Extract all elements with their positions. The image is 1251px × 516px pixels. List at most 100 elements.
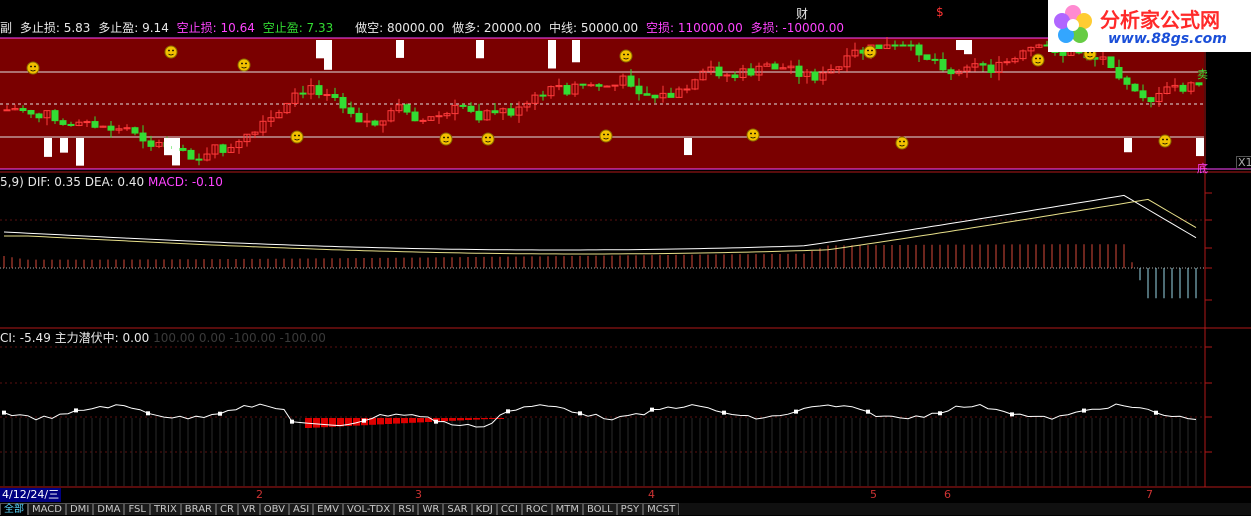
dif-value: DIF: 0.35 bbox=[27, 175, 81, 189]
stat-fu: 副 bbox=[0, 21, 13, 35]
site-logo: 分析家公式网 www.88gs.com bbox=[1048, 0, 1251, 52]
cci-red-block bbox=[417, 418, 424, 423]
tab-cci[interactable]: CCI bbox=[496, 503, 522, 515]
signal-bar bbox=[1196, 138, 1204, 157]
cci-legend: CI: -5.49 主力潜伏中: 0.00 100.00 0.00 -100.0… bbox=[0, 331, 326, 346]
cci-marker bbox=[362, 418, 366, 423]
tab-mcst[interactable]: MCST bbox=[643, 503, 680, 515]
stat-long-stop-loss: 多止损: 5.83 bbox=[19, 21, 91, 35]
tab-dmi[interactable]: DMI bbox=[65, 503, 94, 515]
signal-bar bbox=[316, 40, 324, 59]
signal-bar bbox=[956, 40, 964, 51]
cci-red-block bbox=[393, 418, 400, 424]
cci-dim-values: 100.00 0.00 -100.00 -100.00 bbox=[153, 331, 326, 345]
tab-rsi[interactable]: RSI bbox=[394, 503, 419, 515]
main-force-value: 主力潜伏中: 0.00 bbox=[54, 331, 150, 345]
signal-bar bbox=[172, 138, 180, 166]
smiley-face-icon bbox=[619, 49, 633, 63]
indicator-tabs: 全部 MACD DMI DMA FSL TRIX BRAR CR VR OBV ASI EMV VOL-… bbox=[0, 503, 1251, 515]
cci-marker bbox=[74, 408, 78, 413]
tab-wr[interactable]: WR bbox=[418, 503, 444, 515]
smiley-face-icon bbox=[439, 132, 453, 146]
tab-roc[interactable]: ROC bbox=[521, 503, 552, 515]
tab-macd[interactable]: MACD bbox=[28, 503, 66, 515]
cci-marker bbox=[722, 410, 726, 415]
smiley-face-icon bbox=[164, 45, 178, 59]
smiley-face-icon bbox=[746, 128, 760, 142]
tab-sar[interactable]: SAR bbox=[443, 503, 472, 515]
tab-vr[interactable]: VR bbox=[237, 503, 260, 515]
tab-brar[interactable]: BRAR bbox=[180, 503, 216, 515]
candle bbox=[99, 125, 107, 128]
dea-value: DEA: 0.40 bbox=[84, 175, 145, 189]
tab-emv[interactable]: EMV bbox=[313, 503, 343, 515]
cci-value: CI: -5.49 bbox=[0, 331, 51, 345]
signal-bar bbox=[44, 138, 52, 157]
dea-line bbox=[4, 198, 1197, 255]
tab-obv[interactable]: OBV bbox=[259, 503, 289, 515]
chart-canvas[interactable] bbox=[0, 0, 1251, 515]
cci-marker bbox=[506, 409, 510, 414]
tab-fsl[interactable]: FSL bbox=[124, 503, 150, 515]
dollar-marker: $ bbox=[936, 5, 944, 19]
signal-bar bbox=[60, 138, 68, 153]
date-axis: 4/12/24/三 2 3 4 5 6 7 bbox=[0, 488, 1251, 502]
current-date: 4/12/24/三 bbox=[0, 488, 62, 502]
tab-cr[interactable]: CR bbox=[216, 503, 238, 515]
date-tick: 7 bbox=[1146, 488, 1153, 501]
stat-long-loss: 多损: -10000.00 bbox=[750, 21, 845, 35]
cci-marker bbox=[2, 410, 6, 415]
tab-psy[interactable]: PSY bbox=[616, 503, 644, 515]
cci-marker bbox=[1010, 412, 1014, 417]
flower-logo-icon bbox=[1054, 5, 1092, 43]
cci-red-block bbox=[409, 418, 416, 423]
date-tick: 5 bbox=[870, 488, 877, 501]
tab-vol-tdx[interactable]: VOL-TDX bbox=[342, 503, 395, 515]
cci-marker bbox=[794, 409, 798, 414]
smiley-face-icon bbox=[1031, 53, 1045, 67]
date-tick: 4 bbox=[648, 488, 655, 501]
logo-title: 分析家公式网 bbox=[1100, 8, 1220, 32]
cci-red-block bbox=[313, 418, 320, 428]
tab-trix[interactable]: TRIX bbox=[149, 503, 181, 515]
cci-red-block bbox=[321, 418, 328, 428]
cci-red-block bbox=[489, 418, 496, 419]
cci-marker bbox=[218, 411, 222, 416]
tab-dma[interactable]: DMA bbox=[93, 503, 125, 515]
candle bbox=[1131, 83, 1139, 92]
macd-value: MACD: -0.10 bbox=[147, 175, 223, 189]
stat-short-stop-loss: 空止损: 10.64 bbox=[176, 21, 255, 35]
stats-bar: 副 多止损: 5.83 多止盈: 9.14 空止损: 10.64 空止盈: 7.… bbox=[0, 20, 848, 36]
signal-bar bbox=[548, 40, 556, 69]
cci-marker bbox=[578, 411, 582, 416]
date-tick: 3 bbox=[415, 488, 422, 501]
date-tick: 6 bbox=[944, 488, 951, 501]
bottom-label: 底 bbox=[1197, 162, 1208, 175]
smiley-face-icon bbox=[481, 132, 495, 146]
signal-bar bbox=[396, 40, 404, 58]
x1-button[interactable]: X1 bbox=[1236, 156, 1251, 170]
signal-bar bbox=[76, 138, 84, 166]
cci-red-block bbox=[377, 418, 384, 425]
cci-marker bbox=[650, 407, 654, 412]
cci-marker bbox=[866, 409, 870, 414]
cci-marker bbox=[1154, 410, 1158, 415]
cci-marker bbox=[290, 419, 294, 424]
stat-long-take-profit: 多止盈: 9.14 bbox=[98, 21, 169, 35]
signal-bar bbox=[572, 40, 580, 63]
signal-bar bbox=[164, 138, 172, 156]
smiley-face-icon bbox=[863, 45, 877, 59]
tab-全部[interactable]: 全部 bbox=[0, 503, 28, 515]
cci-red-block bbox=[385, 418, 392, 424]
tab-boll[interactable]: BOLL bbox=[582, 503, 617, 515]
cci-red-block bbox=[481, 418, 488, 420]
candle bbox=[603, 85, 611, 88]
cci-marker bbox=[1082, 408, 1086, 413]
cci-marker bbox=[434, 419, 438, 424]
tab-asi[interactable]: ASI bbox=[289, 503, 314, 515]
tab-mtm[interactable]: MTM bbox=[551, 503, 583, 515]
tab-kdj[interactable]: KDJ bbox=[471, 503, 497, 515]
logo-url: www.88gs.com bbox=[1108, 31, 1227, 47]
cci-red-block bbox=[401, 418, 408, 424]
signal-bar bbox=[964, 40, 972, 55]
